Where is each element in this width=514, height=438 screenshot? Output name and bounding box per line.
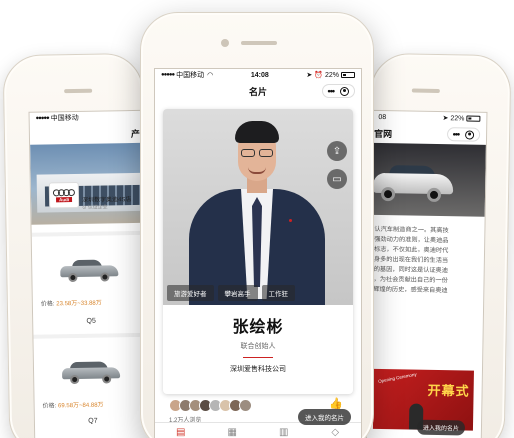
logo-text: Audi (55, 196, 73, 202)
left-screen: ●●●●● 中国移动 产 Audi 深圳数字奥迪4S店 ⊙ 认证企业 价格: 2… (28, 109, 151, 438)
diamond-icon: ◇ (331, 426, 340, 438)
business-card[interactable]: ⇪ ▭ 旅游爱好者 攀岩高手 工作狂 张绘彬 联合创始人 深圳爱售科技公司 (163, 109, 353, 394)
earpiece (241, 41, 277, 45)
car-image-q5[interactable] (60, 259, 119, 283)
phone-center: ●●●●● 中国移动 ◠ 14:08 ➤ ⏰ 22% 名片 ••• ⇪ ▭ 旅游… (140, 12, 374, 438)
profile-photo: ⇪ ▭ 旅游爱好者 攀岩高手 工作狂 (163, 109, 353, 305)
time-label: 14:08 (250, 71, 269, 79)
capsule-menu[interactable]: ••• (321, 84, 355, 98)
battery-label: 22% (324, 71, 339, 79)
location-icon: ➤ (442, 115, 449, 123)
page-title: 名片 (248, 86, 267, 97)
enter-card-button[interactable]: 进入我的名片 (416, 419, 466, 436)
battery-label: 22% (450, 114, 465, 122)
audi-rings-icon (52, 188, 75, 196)
model-name[interactable]: Q7 (35, 417, 151, 426)
card-icon: ▤ (176, 426, 186, 438)
title-bar: 官网 ••• (372, 123, 486, 145)
page-title: 产 (130, 128, 140, 139)
dealer-logo[interactable]: Audi (48, 181, 80, 209)
grid-icon: ▦ (227, 426, 237, 438)
price-row: 价格: 69.58万~84.88万 (42, 402, 104, 410)
car-image-q7[interactable] (61, 361, 121, 385)
tag[interactable]: 工作狂 (261, 285, 295, 301)
carrier-label: 中国移动 (176, 72, 205, 79)
dealer-name: 深圳数字奥迪4S店 (82, 197, 132, 204)
divider (31, 230, 148, 237)
folder-icon[interactable]: ▭ (327, 169, 347, 189)
front-camera (221, 39, 229, 47)
right-screen: 08 ➤ 22% 官网 ••• 认汽车制造商之一。其高技 强劲动力的准则，让奥迪… (365, 109, 488, 438)
close-miniprogram-icon[interactable] (465, 129, 475, 140)
location-icon: ➤ (306, 72, 313, 79)
alarm-icon: ⏰ (314, 72, 323, 79)
carrier-label: 中国移动 (50, 114, 79, 123)
time-label: 08 (378, 113, 387, 121)
tab-products[interactable]: ▦ 产品 (207, 423, 259, 438)
car-banner (370, 142, 486, 217)
tag[interactable]: 旅游爱好者 (167, 285, 214, 301)
more-icon[interactable]: ••• (453, 129, 460, 139)
article-text: 认汽车制造商之一。其高技 强劲动力的准则，让奥迪品 标志，不仅如此，奥迪时代 身… (373, 225, 449, 295)
tab-website[interactable]: ▥ 官网 (258, 423, 310, 438)
signal-icon: ●●●●● (161, 72, 175, 78)
signal-icon: ●●●●● (35, 115, 49, 122)
profile-role: 联合创始人 (240, 343, 276, 350)
status-bar: ●●●●● 中国移动 ◠ 14:08 ➤ ⏰ 22% (155, 69, 361, 81)
battery-icon (341, 72, 355, 78)
center-screen: ●●●●● 中国移动 ◠ 14:08 ➤ ⏰ 22% 名片 ••• ⇪ ▭ 旅游… (154, 68, 362, 438)
profile-name: 张绘彬 (232, 319, 284, 336)
divider (33, 332, 150, 339)
avatar (239, 399, 252, 412)
check-icon: ⊙ (82, 204, 87, 211)
visitor-avatars[interactable] (169, 399, 252, 412)
model-name[interactable]: Q5 (33, 317, 149, 326)
share-icon[interactable]: ⇪ (327, 141, 347, 161)
tab-card[interactable]: ▤ 名片 (155, 423, 207, 438)
battery-icon (466, 115, 481, 122)
profile-company: 深圳爱售科技公司 (230, 366, 286, 373)
tag[interactable]: 攀岩高手 (217, 285, 258, 301)
close-miniprogram-icon[interactable] (340, 86, 349, 96)
price-row: 价格: 23.58万~33.88万 (40, 300, 102, 308)
building-icon: ▥ (279, 426, 289, 438)
earpiece (411, 88, 440, 94)
promo-title: 开幕式 (427, 382, 470, 399)
promo-subtitle: Opening Ceremony (377, 371, 417, 384)
title-bar: 产 (30, 123, 144, 145)
more-icon[interactable]: ••• (328, 87, 336, 96)
earpiece (64, 88, 93, 94)
title-bar: 名片 ••• (155, 81, 361, 101)
tab-mall[interactable]: ◇ 商城 (310, 423, 362, 438)
tag-list: 旅游爱好者 攀岩高手 工作狂 (167, 285, 295, 301)
phone-left: ●●●●● 中国移动 产 Audi 深圳数字奥迪4S店 ⊙ 认证企业 价格: 2… (2, 52, 151, 438)
dealer-banner (30, 142, 146, 225)
page-title: 官网 (374, 128, 393, 139)
certified-badge: ⊙ 认证企业 (82, 204, 108, 211)
phone-right: 08 ➤ 22% 官网 ••• 认汽车制造商之一。其高技 强劲动力的准则，让奥迪… (364, 52, 512, 438)
capsule-menu[interactable]: ••• (446, 127, 481, 142)
accent-divider (243, 357, 273, 358)
enter-card-button[interactable]: 进入我的名片 (298, 409, 351, 425)
